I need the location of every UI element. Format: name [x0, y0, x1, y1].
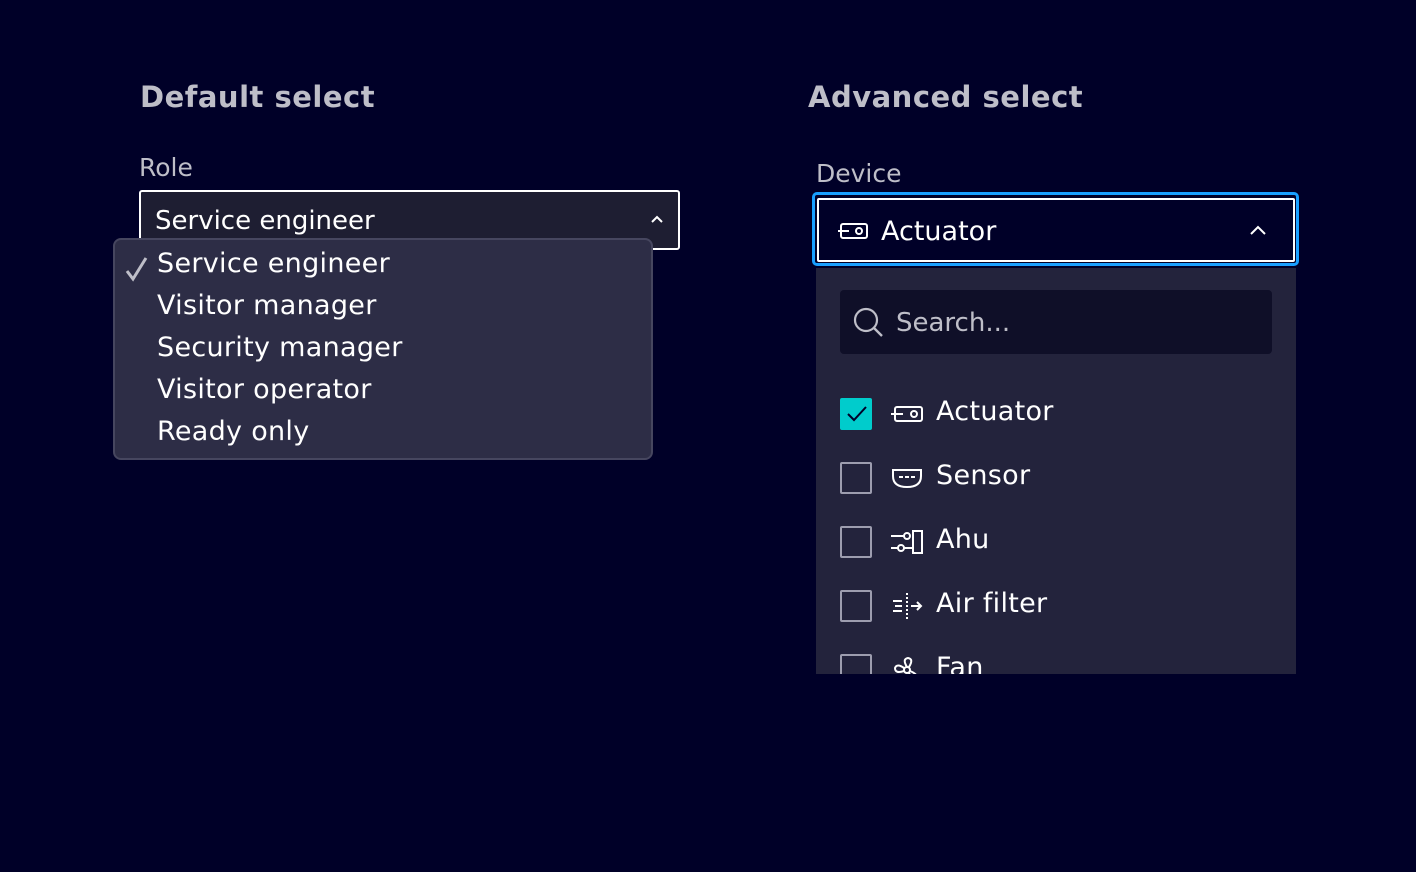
check-icon	[125, 257, 148, 282]
ahu-icon	[891, 530, 923, 554]
default-select-title: Default select	[140, 80, 376, 114]
device-option-label: Ahu	[936, 524, 990, 555]
role-option-ready-only[interactable]: Ready only	[157, 416, 310, 447]
role-option-service-engineer[interactable]: Service engineer	[157, 248, 390, 279]
device-option-sensor[interactable]: Sensor	[840, 458, 1272, 498]
device-option-label: Fan	[936, 652, 984, 674]
actuator-checkbox[interactable]	[840, 398, 872, 430]
air-filter-checkbox[interactable]	[840, 590, 872, 622]
device-option-fan[interactable]: Fan	[840, 650, 1272, 674]
role-options-list: Service engineer Visitor manager Securit…	[113, 238, 653, 460]
sensor-checkbox[interactable]	[840, 462, 872, 494]
ahu-checkbox[interactable]	[840, 526, 872, 558]
air-filter-icon	[893, 593, 923, 619]
role-option-visitor-manager[interactable]: Visitor manager	[157, 290, 377, 321]
search-icon	[853, 307, 883, 337]
search-input[interactable]	[894, 304, 1258, 342]
device-option-label: Sensor	[936, 460, 1031, 491]
role-label: Role	[139, 153, 193, 182]
device-select[interactable]: Actuator	[817, 198, 1295, 262]
fan-checkbox[interactable]	[840, 654, 872, 674]
device-option-label: Air filter	[936, 588, 1048, 619]
role-option-security-manager[interactable]: Security manager	[157, 332, 403, 363]
search-box	[840, 290, 1272, 354]
actuator-icon	[838, 223, 868, 239]
device-option-label: Actuator	[936, 396, 1054, 427]
device-options-panel: Actuator Sensor Ahu	[816, 268, 1296, 674]
checkmark-icon	[847, 406, 867, 422]
chevron-up-icon	[1250, 225, 1266, 235]
role-option-visitor-operator[interactable]: Visitor operator	[157, 374, 372, 405]
device-label: Device	[816, 159, 902, 188]
sensor-icon	[892, 469, 922, 489]
role-select-value: Service engineer	[155, 206, 375, 236]
device-option-actuator[interactable]: Actuator	[840, 394, 1272, 434]
actuator-icon	[891, 406, 923, 422]
advanced-select-title: Advanced select	[808, 80, 1084, 114]
device-select-value: Actuator	[881, 216, 997, 247]
device-option-air-filter[interactable]: Air filter	[840, 586, 1272, 626]
fan-icon	[893, 656, 917, 674]
device-option-ahu[interactable]: Ahu	[840, 522, 1272, 562]
chevron-up-icon	[651, 215, 663, 223]
